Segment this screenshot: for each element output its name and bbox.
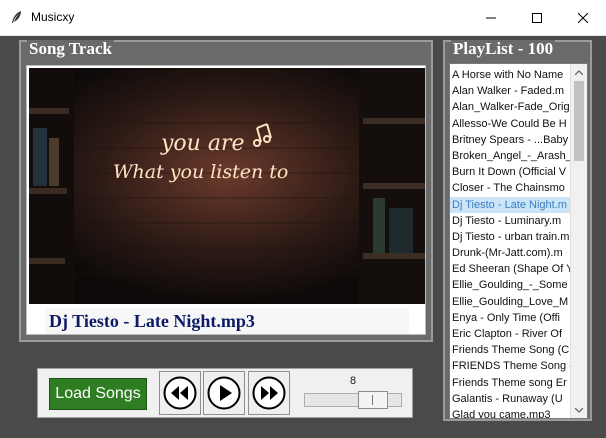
playlist-item[interactable]: FRIENDS Theme Song - — [450, 358, 572, 374]
playlist-item[interactable]: Galantis - Runaway (U — [450, 391, 572, 407]
playlist-item[interactable]: Alan Walker - Faded.m — [450, 83, 572, 99]
maximize-icon — [532, 12, 542, 23]
playlist-item[interactable]: Burn It Down (Official V — [450, 164, 572, 180]
volume-thumb[interactable] — [358, 391, 389, 409]
window-title: Musicxy — [31, 10, 75, 24]
playlist-items: A Horse with No Name Alan Walker - Faded.… — [450, 67, 572, 418]
song-track-frame: Song Track you are What you listen to Dj… — [19, 40, 433, 342]
play-icon — [207, 376, 241, 410]
playlist-item[interactable]: Ellie_Goulding_Love_M — [450, 294, 572, 310]
playlist-item[interactable]: Closer - The Chainsmo — [450, 180, 572, 196]
playlist-item[interactable]: Enya - Only Time (Offi — [450, 310, 572, 326]
scroll-thumb[interactable] — [574, 81, 584, 161]
playlist-item[interactable]: Alan_Walker-Fade_Orig — [450, 99, 572, 115]
previous-button[interactable] — [159, 371, 201, 415]
volume-slider[interactable]: 8 — [302, 373, 404, 413]
playlist-frame: PlayList - 100 A Horse with No Name Alan … — [443, 40, 592, 421]
now-playing-title: Dj Tiesto - Late Night.mp3 — [45, 308, 409, 334]
playlist-item[interactable]: Ellie_Goulding_-_Some — [450, 277, 572, 293]
playlist-item[interactable]: Britney Spears - ...Baby — [450, 132, 572, 148]
scroll-up-button[interactable] — [571, 64, 587, 80]
playlist-item[interactable]: Drunk-(Mr-Jatt.com).m — [450, 245, 572, 261]
playlist-item[interactable]: Glad you came.mp3 — [450, 407, 572, 418]
player-controls: Load Songs 8 — [37, 368, 413, 418]
playlist-item[interactable]: Dj Tiesto - Late Night.m — [450, 196, 572, 213]
playlist-item[interactable]: Dj Tiesto - urban train.m — [450, 229, 572, 245]
playlist-item[interactable]: Allesso-We Could Be H — [450, 116, 572, 132]
album-artwork: you are What you listen to — [29, 68, 425, 304]
close-button[interactable] — [560, 0, 606, 35]
playlist-item[interactable]: Friends Theme Song (C — [450, 342, 572, 358]
minimize-icon — [486, 17, 496, 18]
playlist-item[interactable]: Ed Sheeran (Shape Of Y — [450, 261, 572, 277]
playlist-item[interactable]: Dj Tiesto - Luminary.m — [450, 213, 572, 229]
song-track-panel: you are What you listen to Dj Tiesto - L… — [26, 65, 426, 335]
song-track-label: Song Track — [27, 39, 114, 58]
playlist-item[interactable]: A Horse with No Name — [450, 67, 572, 83]
chevron-down-icon — [575, 407, 583, 413]
playlist-scrollbar[interactable] — [570, 64, 587, 418]
maximize-button[interactable] — [514, 0, 560, 35]
fast-forward-icon — [252, 376, 286, 410]
scroll-down-button[interactable] — [571, 402, 587, 418]
rewind-icon — [163, 376, 197, 410]
next-button[interactable] — [248, 371, 290, 415]
play-button[interactable] — [203, 371, 245, 415]
artwork-neon-line2: What you listen to — [113, 161, 288, 183]
main-content: Song Track you are What you listen to Dj… — [0, 36, 606, 438]
volume-value: 8 — [349, 375, 357, 387]
playlist-item[interactable]: Eric Clapton - River Of — [450, 326, 572, 342]
load-songs-button[interactable]: Load Songs — [49, 378, 147, 410]
feather-icon — [10, 10, 24, 24]
title-bar[interactable]: Musicxy — [0, 0, 606, 36]
close-icon — [578, 12, 588, 23]
playlist-item[interactable]: Friends Theme song Er — [450, 375, 572, 391]
playlist-listbox[interactable]: A Horse with No Name Alan Walker - Faded.… — [449, 63, 588, 419]
chevron-up-icon — [575, 69, 583, 75]
playlist-item[interactable]: Broken_Angel_-_Arash_ — [450, 148, 572, 164]
playlist-label: PlayList - 100 — [451, 39, 556, 58]
minimize-button[interactable] — [468, 0, 514, 35]
artwork-neon-line1: you are — [160, 131, 245, 156]
